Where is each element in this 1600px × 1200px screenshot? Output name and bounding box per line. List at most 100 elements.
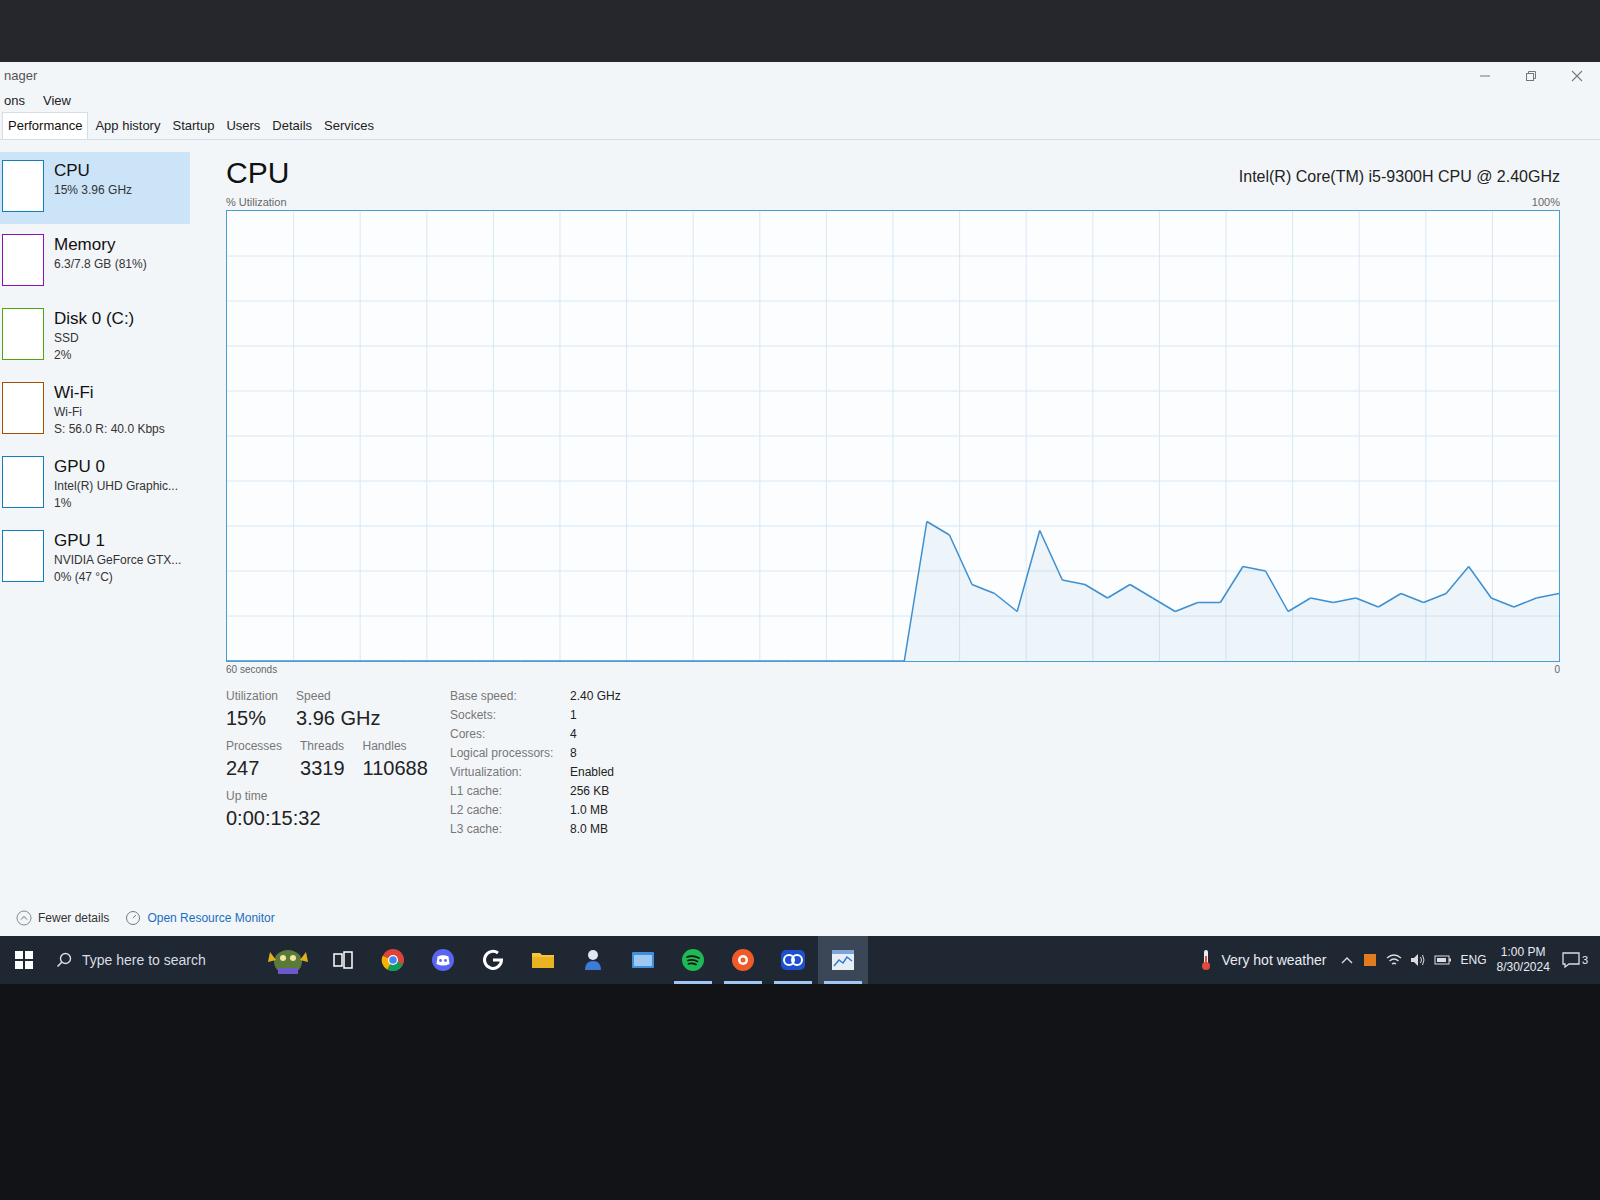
stat-label: Handles xyxy=(363,738,428,754)
cpu-line-segment xyxy=(837,660,860,661)
taskbar-app[interactable] xyxy=(618,936,668,984)
task-view-icon xyxy=(330,947,356,973)
cpu-line-segment xyxy=(408,660,431,661)
sidebar-item[interactable]: Memory6.3/7.8 GB (81%) xyxy=(0,226,190,298)
detail-label: L3 cache: xyxy=(450,821,570,838)
battery-icon[interactable] xyxy=(1434,952,1452,968)
tab[interactable]: App history xyxy=(90,113,165,140)
cpu-line-segment xyxy=(882,660,905,661)
taskbar-app[interactable] xyxy=(468,936,518,984)
notification-center[interactable]: 3 xyxy=(1562,952,1600,969)
sidebar-item[interactable]: Disk 0 (C:)SSD2% xyxy=(0,300,190,372)
sidebar-item[interactable]: CPU15% 3.96 GHz xyxy=(0,152,190,224)
cpu-line-segment xyxy=(430,660,453,661)
search-icon xyxy=(56,952,72,968)
cpu-title: CPU xyxy=(226,154,289,192)
running-indicator xyxy=(774,981,812,984)
menu-item[interactable]: ons xyxy=(2,91,27,111)
taskbar-app[interactable] xyxy=(568,936,618,984)
taskbar-app[interactable] xyxy=(318,936,368,984)
sidebar-item-detail: NVIDIA GeForce GTX... xyxy=(54,552,181,569)
tab[interactable]: Details xyxy=(267,113,317,140)
resource-monitor-label: Open Resource Monitor xyxy=(147,909,274,927)
taskbar-app[interactable] xyxy=(768,936,818,984)
chevron-up-icon xyxy=(16,910,32,926)
cpu-model: Intel(R) Core(TM) i5-9300H CPU @ 2.40GHz xyxy=(1239,166,1560,192)
notification-icon xyxy=(1562,952,1580,968)
chart-axis-bottom: 60 seconds0 xyxy=(226,662,1560,678)
stat-label: Up time xyxy=(226,788,321,804)
window-title: nager xyxy=(4,66,37,86)
volume-icon[interactable] xyxy=(1410,952,1426,968)
cpu-line-segment xyxy=(701,660,724,661)
close-icon[interactable] xyxy=(1554,62,1600,90)
cpu-line-segment xyxy=(1085,585,1108,599)
cpu-line-segment xyxy=(859,660,882,661)
sidebar-item-text: Memory6.3/7.8 GB (81%) xyxy=(54,234,147,290)
taskbar-app[interactable] xyxy=(718,936,768,984)
stat: Speed3.96 GHz xyxy=(296,688,380,732)
tab[interactable]: Performance xyxy=(2,112,88,140)
sidebar-item-name: Disk 0 (C:) xyxy=(54,308,134,330)
cpu-line-segment xyxy=(746,660,769,661)
cpu-line-segment xyxy=(904,522,927,662)
stat: Utilization15% xyxy=(226,688,278,732)
logitech-icon xyxy=(480,947,506,973)
task-manager-window: nager ons View PerformanceApp historyStar… xyxy=(0,62,1600,936)
tray-app-icon[interactable] xyxy=(1362,952,1378,968)
taskbar-app[interactable] xyxy=(668,936,718,984)
stat-label: Speed xyxy=(296,688,380,704)
detail-label: Base speed: xyxy=(450,688,570,705)
discord-icon xyxy=(430,947,456,973)
stat-label: Threads xyxy=(300,738,345,754)
cpu-line-segment xyxy=(1107,585,1130,599)
sidebar-item-text: GPU 0Intel(R) UHD Graphic...1% xyxy=(54,456,178,512)
restore-icon[interactable] xyxy=(1508,62,1554,90)
taskbar-app[interactable] xyxy=(518,936,568,984)
cpu-line-segment xyxy=(1469,567,1492,599)
sidebar-item[interactable]: Wi-FiWi-FiS: 56.0 R: 40.0 Kbps xyxy=(0,374,190,446)
clock[interactable]: 1:00 PM8/30/2024 xyxy=(1496,945,1561,975)
detail-value: 1 xyxy=(570,707,621,724)
sidebar-thumbnail xyxy=(2,530,44,582)
sidebar-thumbnail xyxy=(2,382,44,434)
tab[interactable]: Services xyxy=(319,113,379,140)
cpu-line-segment xyxy=(498,660,521,661)
running-indicator xyxy=(424,981,462,984)
cpu-line-segment xyxy=(362,660,385,661)
tab[interactable]: Startup xyxy=(167,113,219,140)
resource-monitor-link[interactable]: Open Resource Monitor xyxy=(125,909,274,927)
cpu-line-segment xyxy=(1288,598,1311,612)
menu-item[interactable]: View xyxy=(41,91,73,111)
cpu-line-segment xyxy=(679,660,702,661)
wifi-icon[interactable] xyxy=(1386,952,1402,968)
cpu-chart xyxy=(226,210,1560,662)
minimize-icon[interactable] xyxy=(1462,62,1508,90)
tab[interactable]: Users xyxy=(221,113,265,140)
sidebar-item[interactable]: GPU 0Intel(R) UHD Graphic...1% xyxy=(0,448,190,520)
sidebar-item[interactable]: GPU 1NVIDIA GeForce GTX...0% (47 °C) xyxy=(0,522,190,594)
taskbar-app[interactable] xyxy=(368,936,418,984)
chart-axis-top: % Utilization100% xyxy=(226,194,1560,210)
cpu-line-segment xyxy=(1220,567,1243,603)
chrome-icon xyxy=(380,947,406,973)
weather-widget[interactable]: Very hot weather xyxy=(1199,948,1340,972)
cpu-line-segment xyxy=(1243,567,1266,572)
fewer-details-button[interactable]: Fewer details xyxy=(16,909,109,927)
stat-value: 3.96 GHz xyxy=(296,704,380,732)
cpu-line-segment xyxy=(520,660,543,661)
cpu-line-segment xyxy=(1446,567,1469,594)
sidebar-thumbnail xyxy=(2,160,44,212)
taskbar-app[interactable] xyxy=(818,936,868,984)
cpu-panel: CPU Intel(R) Core(TM) i5-9300H CPU @ 2.40… xyxy=(190,140,1600,900)
sidebar-item-name: Wi-Fi xyxy=(54,382,165,404)
cpu-line-segment xyxy=(1311,598,1334,603)
sidebar-item-text: Disk 0 (C:)SSD2% xyxy=(54,308,134,364)
stats-row: Processes247Threads3319Handles110688 xyxy=(226,738,436,782)
taskbar-app[interactable] xyxy=(418,936,468,984)
language-indicator[interactable]: ENG xyxy=(1460,951,1486,969)
start-icon[interactable] xyxy=(0,936,48,984)
search-highlight-icon[interactable] xyxy=(258,936,318,984)
tray-chevron-icon[interactable] xyxy=(1340,952,1354,968)
search-box[interactable]: Type here to search xyxy=(48,936,258,984)
